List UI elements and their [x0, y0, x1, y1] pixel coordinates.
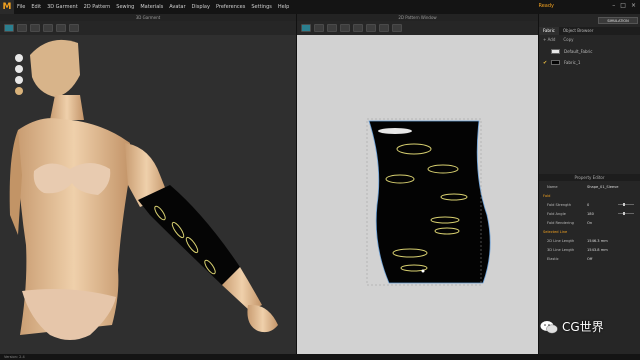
status-bar: Version: 2.4 — [0, 354, 640, 360]
avatar-model[interactable] — [0, 35, 296, 354]
prop-value[interactable]: 0 — [587, 203, 589, 207]
fabric-list: Default_Fabric ✔ Fabric_1 — [539, 46, 640, 68]
menu-settings[interactable]: Settings — [248, 4, 275, 10]
copy-fabric-button[interactable]: Copy — [563, 37, 573, 42]
prop-fold-rendering[interactable]: Fold Rendering On — [541, 218, 638, 227]
watermark: CG世界 — [540, 318, 604, 335]
right-panel: SIMULATION Fabric Object Browser + Add C… — [538, 14, 640, 354]
prop-value[interactable]: Shape_01_Sleeve — [587, 185, 618, 189]
simulation-button[interactable]: SIMULATION — [598, 17, 638, 24]
menu-bar: M File Edit 3D Garment 2D Pattern Sewing… — [0, 0, 640, 14]
fabric-name: Fabric_1 — [564, 60, 581, 65]
polygon-tool-icon[interactable] — [327, 24, 337, 32]
menu-help[interactable]: Help — [275, 4, 292, 10]
menu-3d-garment[interactable]: 3D Garment — [44, 4, 81, 10]
close-button[interactable]: × — [631, 2, 636, 9]
prop-value[interactable]: 1543.8 mm — [587, 248, 608, 252]
tab-object-browser[interactable]: Object Browser — [559, 27, 598, 35]
garment-sleeve[interactable] — [138, 185, 240, 285]
app-window: M File Edit 3D Garment 2D Pattern Sewing… — [0, 0, 640, 360]
sleeve-pattern-piece[interactable] — [368, 120, 491, 284]
window-controls: – □ × — [612, 2, 636, 9]
section-label: Selected Line — [543, 229, 568, 234]
prop-label: Name — [547, 184, 558, 189]
2d-panel-title: 2D Pattern Window — [297, 14, 538, 21]
prop-value[interactable]: On — [587, 221, 592, 225]
right-panel-tabs: Fabric Object Browser — [539, 27, 640, 35]
prop-label: 2D Line Length — [547, 238, 575, 243]
prop-label: Fold Angle — [547, 211, 566, 216]
menu-preferences[interactable]: Preferences — [213, 4, 248, 10]
watermark-text: CG世界 — [562, 320, 604, 334]
stitch-tool-icon[interactable] — [56, 24, 66, 32]
fabric-swatch — [551, 49, 560, 54]
avatar-hand — [247, 304, 278, 333]
status-label: Ready — [538, 3, 554, 9]
tab-fabric[interactable]: Fabric — [539, 27, 559, 35]
menu-edit[interactable]: Edit — [28, 4, 44, 10]
2d-toolbar — [297, 21, 538, 35]
texture-tool-icon[interactable] — [392, 24, 402, 32]
menu-materials[interactable]: Materials — [137, 4, 166, 10]
pin-tool-icon[interactable] — [30, 24, 40, 32]
fold-tool-icon[interactable] — [43, 24, 53, 32]
fold-angle-slider[interactable] — [618, 212, 634, 215]
menu-file[interactable]: File — [14, 4, 28, 10]
section-label: Fold — [543, 193, 551, 198]
property-editor-title: Property Editor — [539, 174, 640, 181]
prop-name[interactable]: Name Shape_01_Sleeve — [541, 182, 638, 191]
prop-label: Elastic — [547, 256, 559, 261]
fabric-item-default[interactable]: Default_Fabric — [539, 46, 640, 57]
rectangle-tool-icon[interactable] — [340, 24, 350, 32]
minimize-button[interactable]: – — [612, 2, 615, 9]
prop-3d-line-length[interactable]: 3D Line Length 1543.8 mm — [541, 245, 638, 254]
section-selected-line[interactable]: Selected Line — [541, 227, 638, 236]
fold-strength-slider[interactable] — [618, 203, 634, 206]
add-fabric-button[interactable]: + Add — [543, 37, 555, 42]
menu-2d-pattern[interactable]: 2D Pattern — [81, 4, 114, 10]
prop-elastic[interactable]: Elastic Off — [541, 254, 638, 263]
menu-sewing[interactable]: Sewing — [113, 4, 137, 10]
3d-panel-title: 3D Garment — [0, 14, 296, 21]
prop-value[interactable]: Off — [587, 257, 592, 261]
pattern-canvas[interactable] — [297, 35, 539, 354]
3d-garment-viewport[interactable]: 3D Garment — [0, 14, 296, 354]
section-fold[interactable]: Fold — [541, 191, 638, 200]
prop-2d-line-length[interactable]: 2D Line Length 1546.3 mm — [541, 236, 638, 245]
measure-tool-icon[interactable] — [69, 24, 79, 32]
app-logo: M — [0, 0, 14, 14]
segment-sewing-icon[interactable] — [366, 24, 376, 32]
menu-display[interactable]: Display — [189, 4, 213, 10]
fabric-item-fabric1[interactable]: ✔ Fabric_1 — [539, 57, 640, 68]
free-sewing-icon[interactable] — [379, 24, 389, 32]
move-tool-icon[interactable] — [17, 24, 27, 32]
transform-pattern-icon[interactable] — [301, 24, 311, 32]
prop-value[interactable]: 1546.3 mm — [587, 239, 608, 243]
prop-label: 3D Line Length — [547, 247, 575, 252]
property-editor: Name Shape_01_Sleeve Fold Fold Strength … — [541, 182, 638, 263]
selected-check-icon: ✔ — [543, 59, 548, 66]
prop-label: Fold Rendering — [547, 220, 574, 225]
fabric-name: Default_Fabric — [564, 49, 593, 54]
internal-line-icon[interactable] — [353, 24, 363, 32]
avatar-neck — [50, 95, 84, 120]
avatar-head — [30, 39, 80, 97]
maximize-button[interactable]: □ — [620, 2, 626, 9]
prop-label: Fold Strength — [547, 202, 572, 207]
wechat-icon — [540, 320, 558, 333]
menu-avatar[interactable]: Avatar — [166, 4, 188, 10]
prop-value[interactable]: 180 — [587, 212, 594, 216]
prop-fold-angle[interactable]: Fold Angle 180 — [541, 209, 638, 218]
select-tool-icon[interactable] — [4, 24, 14, 32]
cursor-icon — [421, 269, 425, 273]
edit-pattern-icon[interactable] — [314, 24, 324, 32]
fabric-swatch — [551, 60, 560, 65]
3d-toolbar — [0, 21, 296, 35]
fabric-actions: + Add Copy — [543, 36, 636, 43]
2d-pattern-window[interactable]: 2D Pattern Window — [296, 14, 539, 354]
prop-fold-strength[interactable]: Fold Strength 0 — [541, 200, 638, 209]
